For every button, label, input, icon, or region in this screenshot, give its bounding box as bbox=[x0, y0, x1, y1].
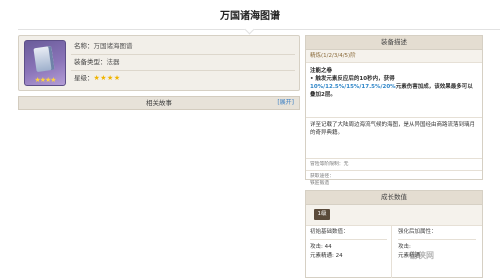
rank-limit-row: 冒险等阶限制：无 bbox=[310, 162, 349, 167]
book-icon bbox=[33, 45, 55, 73]
divider bbox=[310, 239, 387, 240]
divider bbox=[398, 239, 476, 240]
source-value: 铁匠锻造 bbox=[310, 181, 330, 186]
rarity-stars: ★★★★ bbox=[93, 74, 121, 82]
growth-header: 成长数值 bbox=[306, 191, 482, 205]
refine-level-row[interactable]: 精炼(1/2/3/4/5)阶 bbox=[306, 50, 482, 63]
lore-text: 详至记载了大陆周边海流气候的海图，是从异国经由商路流落到璃月的奇异典籍。 bbox=[310, 122, 476, 136]
icon-rarity-stars: ★★★★ bbox=[34, 76, 56, 84]
growth-values-panel: 成长数值 1级 初始基础数值： 攻击: 44 元素精通: 24 强化后加属性： … bbox=[305, 190, 483, 278]
name-label: 名称： bbox=[74, 42, 94, 50]
page-title: 万国诸海图谱 bbox=[220, 11, 280, 22]
source-label: 获取途径： bbox=[310, 174, 334, 179]
site-watermark: 游侠网 bbox=[410, 251, 434, 260]
title-divider bbox=[18, 29, 500, 30]
info-row-rarity: 星级：★★★★ bbox=[71, 71, 295, 86]
effect-title: 注能之卷 bbox=[310, 68, 333, 74]
effect-description: 注能之卷 • 触发元素反应后的10秒内，获得 10%/12.5%/15%/17.5… bbox=[306, 63, 482, 99]
title-divider-notch bbox=[244, 24, 255, 35]
base-atk: 攻击: 44 bbox=[310, 244, 332, 250]
item-icon: ★★★★ bbox=[24, 40, 66, 86]
type-label: 装备类型： bbox=[74, 58, 107, 66]
source-row: 获取途径： 铁匠锻造 bbox=[306, 171, 482, 189]
expand-link[interactable]: [展开] bbox=[277, 97, 294, 109]
related-story-label: 相关故事 bbox=[146, 99, 172, 107]
item-info-box: ★★★★ 名称：万国诸海图谱 装备类型：法器 星级：★★★★ bbox=[18, 35, 300, 91]
info-row-type: 装备类型：法器 bbox=[71, 55, 295, 71]
info-row-name: 名称：万国诸海图谱 bbox=[71, 39, 295, 55]
description-header: 装备描述 bbox=[306, 36, 482, 50]
effect-line1: • 触发元素反应后的10秒内，获得 bbox=[310, 76, 395, 82]
effect-text: • 触发元素反应后的10秒内，获得 10%/12.5%/15%/17.5%/20%… bbox=[310, 75, 478, 99]
name-value: 万国诸海图谱 bbox=[93, 42, 133, 50]
related-story-bar[interactable]: 相关故事 [展开] bbox=[18, 96, 300, 110]
type-value: 法器 bbox=[106, 58, 120, 66]
rarity-label: 星级： bbox=[74, 74, 94, 82]
base-stats-column: 初始基础数值： 攻击: 44 元素精通: 24 bbox=[306, 226, 392, 278]
level-selector: 1级 bbox=[306, 205, 482, 226]
effect-values: 10%/12.5%/15%/17.5%/20% bbox=[310, 84, 396, 90]
base-em: 元素精通: 24 bbox=[310, 253, 343, 259]
ascended-stats-column: 强化后加属性： 攻击: 元素精通: bbox=[394, 226, 480, 278]
base-stats-header: 初始基础数值： bbox=[310, 229, 349, 235]
ascended-stats-header: 强化后加属性： bbox=[398, 229, 437, 235]
equipment-description-panel: 装备描述 精炼(1/2/3/4/5)阶 注能之卷 • 触发元素反应后的10秒内，… bbox=[305, 35, 483, 186]
level-1-button[interactable]: 1级 bbox=[314, 209, 330, 220]
